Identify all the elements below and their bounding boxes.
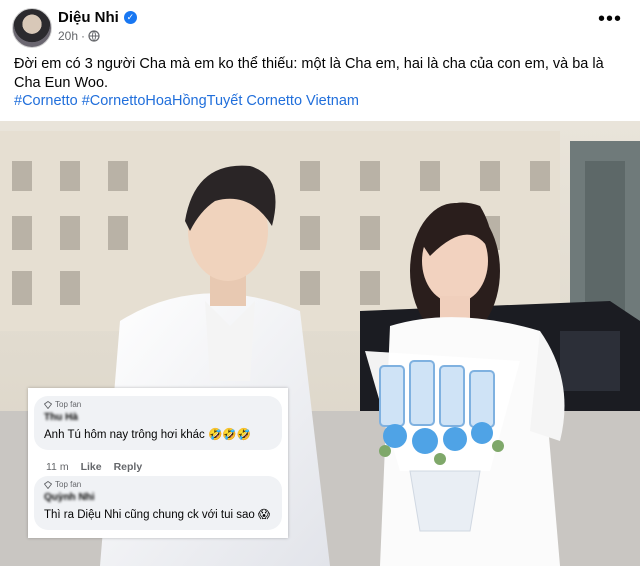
commenter-name[interactable]: Quỳnh Nhi (44, 492, 95, 503)
verified-badge-icon: ✓ (123, 11, 137, 24)
comment-actions: 11 m Like Reply (46, 461, 142, 473)
more-options-button[interactable]: ••• (598, 9, 622, 29)
author-row: Diệu Nhi ✓ (58, 9, 137, 26)
comment-time[interactable]: 11 m (46, 461, 69, 473)
post-time[interactable]: 20h (58, 29, 78, 43)
post-photo[interactable]: Top fan Thu Hà Anh Tú hôm nay trông hơi … (0, 121, 640, 566)
comment-bubble[interactable]: Top fan Thu Hà Anh Tú hôm nay trông hơi … (34, 396, 282, 450)
post-header: Diệu Nhi ✓ 20h · ••• (0, 0, 640, 50)
author-avatar[interactable] (12, 8, 52, 48)
author-name[interactable]: Diệu Nhi (58, 9, 119, 26)
post-hashtags[interactable]: #Cornetto #CornettoHoaHồngTuyết Cornetto… (14, 93, 359, 109)
like-button[interactable]: Like (81, 461, 102, 473)
top-fan-badge: Top fan (44, 480, 81, 489)
top-fan-label: Top fan (55, 400, 82, 409)
top-fan-label: Top fan (55, 480, 82, 489)
comment-text: Thì ra Diệu Nhi cũng chung ck với tui sa… (44, 509, 270, 521)
top-fan-badge: Top fan (44, 400, 81, 409)
comments-overlay: Top fan Thu Hà Anh Tú hôm nay trông hơi … (28, 388, 288, 538)
post-text: Đời em có 3 người Cha mà em ko thể thiếu… (14, 56, 604, 91)
diamond-icon (44, 400, 52, 409)
meta-separator: · (81, 29, 86, 43)
post-meta: 20h · (58, 29, 100, 43)
commenter-name[interactable]: Thu Hà (44, 412, 78, 423)
comment-text: Anh Tú hôm nay trông hơi khác 🤣🤣🤣 (44, 429, 251, 441)
reply-button[interactable]: Reply (114, 461, 143, 473)
globe-icon (88, 30, 100, 42)
comment-bubble[interactable]: Top fan Quỳnh Nhi Thì ra Diệu Nhi cũng c… (34, 476, 282, 530)
diamond-icon (44, 480, 52, 489)
